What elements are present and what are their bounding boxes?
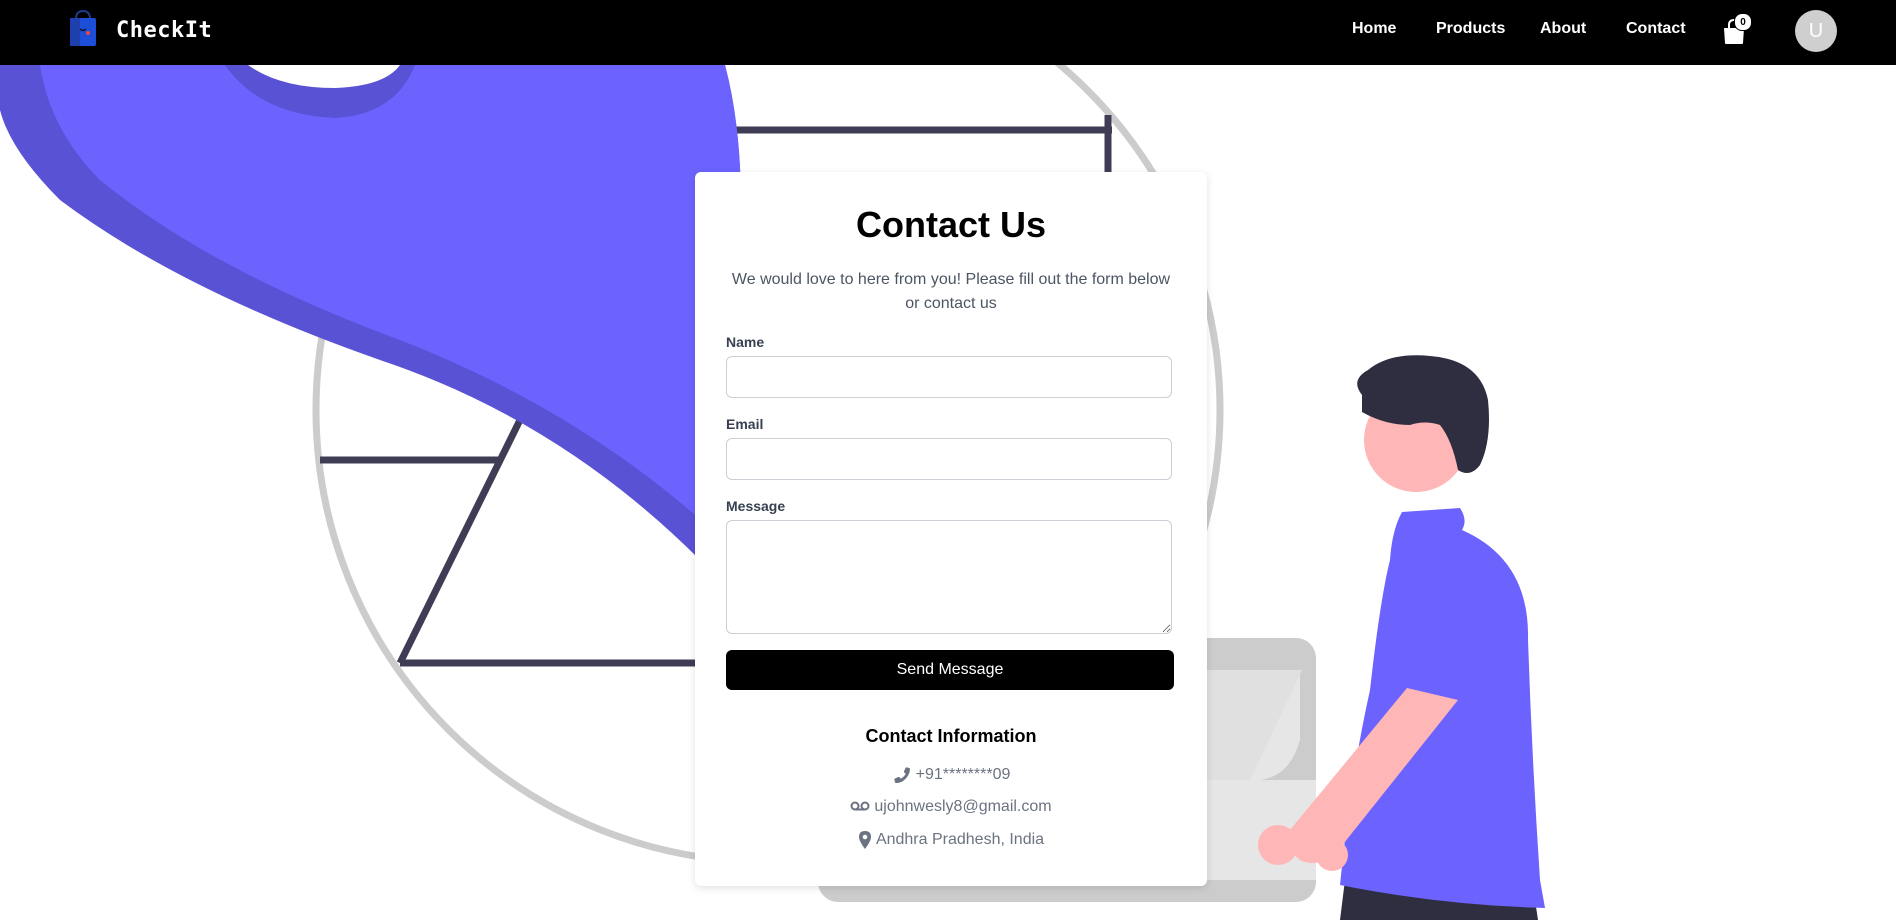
nav-links: Home Products About Contact <box>0 0 1896 65</box>
location-text: Andhra Pradhesh, India <box>875 831 1045 848</box>
name-input[interactable] <box>726 356 1172 398</box>
contact-subtitle: We would love to here from you! Please f… <box>731 271 1171 312</box>
cart-count-badge: 0 <box>1734 13 1752 31</box>
avatar[interactable]: U <box>1795 10 1837 52</box>
email-label: Email <box>726 416 764 432</box>
message-textarea[interactable] <box>726 520 1172 634</box>
contact-card: Contact Us We would love to here from yo… <box>695 172 1207 886</box>
map-pin-icon <box>858 830 872 850</box>
phone-icon <box>892 765 912 785</box>
contact-phone: +91********09 <box>695 765 1207 785</box>
email-input[interactable] <box>726 438 1172 480</box>
nav-link-contact[interactable]: Contact <box>1626 20 1686 38</box>
name-label: Name <box>726 334 765 350</box>
message-label: Message <box>726 498 786 514</box>
phone-text: +91********09 <box>915 766 1011 783</box>
send-message-button[interactable]: Send Message <box>726 650 1174 690</box>
nav-link-home[interactable]: Home <box>1352 20 1396 38</box>
contact-info-title: Contact Information <box>865 726 1037 746</box>
voicemail-icon <box>850 800 870 814</box>
nav-link-about[interactable]: About <box>1540 20 1586 38</box>
top-navbar: CheckIt Home Products About Contact 0 U <box>0 0 1896 65</box>
contact-email: ujohnwesly8@gmail.com <box>695 798 1207 816</box>
email-text: ujohnwesly8@gmail.com <box>874 798 1052 815</box>
cart-button[interactable]: 0 <box>1722 13 1752 45</box>
contact-location: Andhra Pradhesh, India <box>695 830 1207 850</box>
nav-link-products[interactable]: Products <box>1436 20 1505 38</box>
page-title: Contact Us <box>855 204 1047 245</box>
